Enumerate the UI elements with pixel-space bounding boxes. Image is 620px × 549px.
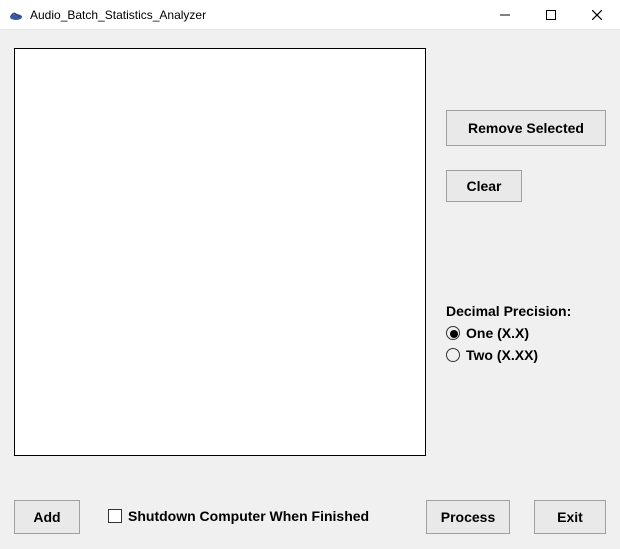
radio-label: One (X.X): [466, 325, 529, 341]
app-window: Audio_Batch_Statistics_Analyzer Remove S…: [0, 0, 620, 549]
decimal-precision-group: Decimal Precision: One (X.X) Two (X.XX): [446, 303, 616, 369]
precision-option-one[interactable]: One (X.X): [446, 325, 616, 341]
radio-label: Two (X.XX): [466, 347, 538, 363]
clear-button[interactable]: Clear: [446, 170, 522, 202]
app-icon: [8, 7, 24, 23]
precision-option-two[interactable]: Two (X.XX): [446, 347, 616, 363]
shutdown-checkbox[interactable]: Shutdown Computer When Finished: [108, 508, 369, 524]
client-area: Remove Selected Clear Decimal Precision:…: [0, 30, 620, 549]
minimize-button[interactable]: [482, 0, 528, 29]
add-button[interactable]: Add: [14, 500, 80, 534]
title-bar: Audio_Batch_Statistics_Analyzer: [0, 0, 620, 30]
decimal-precision-label: Decimal Precision:: [446, 303, 616, 319]
radio-icon: [446, 326, 460, 340]
window-title: Audio_Batch_Statistics_Analyzer: [30, 8, 206, 22]
radio-icon: [446, 348, 460, 362]
bottom-toolbar: Add Shutdown Computer When Finished Proc…: [0, 500, 620, 540]
close-button[interactable]: [574, 0, 620, 29]
file-listbox[interactable]: [14, 48, 426, 456]
exit-button[interactable]: Exit: [534, 500, 606, 534]
checkbox-icon: [108, 509, 122, 523]
process-button[interactable]: Process: [426, 500, 510, 534]
remove-selected-button[interactable]: Remove Selected: [446, 110, 606, 146]
maximize-button[interactable]: [528, 0, 574, 29]
shutdown-label: Shutdown Computer When Finished: [128, 508, 369, 524]
window-controls: [482, 0, 620, 29]
